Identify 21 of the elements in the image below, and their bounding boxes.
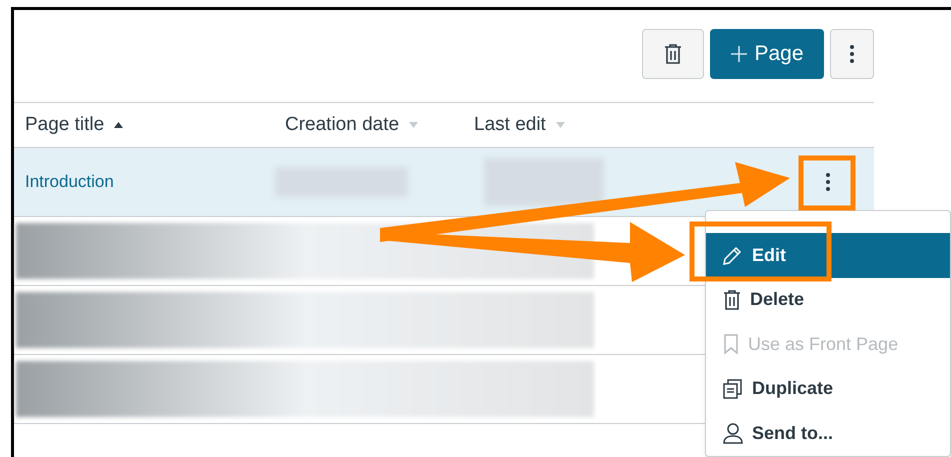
pencil-icon (722, 244, 744, 266)
column-header[interactable]: Page title (25, 110, 104, 140)
more-icon (825, 172, 831, 192)
bookmark-icon (722, 333, 740, 356)
menu-item[interactable]: Duplicate (706, 366, 950, 411)
column-header[interactable]: Last edit (474, 110, 546, 140)
menu-item[interactable]: Edit (706, 233, 950, 278)
table-row[interactable]: Introduction (14, 148, 874, 217)
add-page-button[interactable]: Page (710, 29, 824, 79)
trash-icon (722, 288, 742, 311)
plus-icon (730, 45, 748, 63)
menu-item[interactable]: Delete (706, 278, 950, 322)
person-icon (722, 422, 744, 444)
column-header[interactable]: Creation date (285, 110, 400, 140)
trash-icon (663, 43, 683, 65)
page-title-link[interactable]: Introduction (25, 172, 114, 191)
menu-item[interactable]: Send to... (706, 411, 950, 456)
copy-icon (722, 378, 744, 400)
highlight-frame (798, 156, 856, 210)
more-icon (849, 44, 855, 64)
delete-button[interactable] (642, 29, 704, 79)
